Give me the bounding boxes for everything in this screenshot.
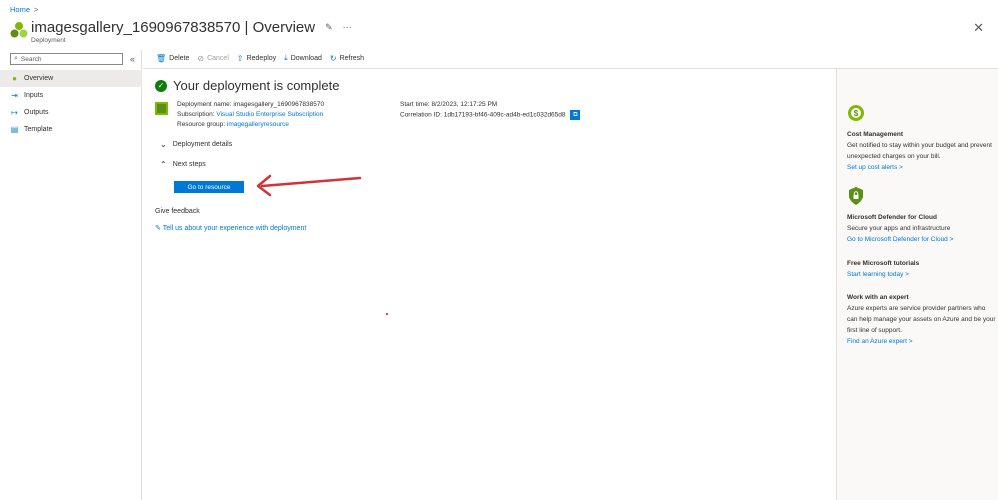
- more-icon[interactable]: ⋯: [343, 22, 352, 33]
- start-time-label: Start time:: [400, 101, 430, 108]
- defender-text: Secure your apps and infrastructure: [847, 225, 951, 232]
- tutorials-card: Free Microsoft tutorials Start learning …: [847, 258, 997, 280]
- breadcrumb: Home >: [10, 5, 38, 14]
- success-check-icon: ✓: [155, 79, 167, 92]
- shield-icon: [847, 186, 865, 206]
- sidebar-item-overview[interactable]: ● Overview: [0, 70, 142, 87]
- cost-management-icon: $: [847, 103, 865, 123]
- copy-icon[interactable]: ⧉: [570, 110, 581, 120]
- page-subtitle: Deployment: [31, 37, 66, 44]
- give-feedback-title: Give feedback: [155, 208, 200, 215]
- sidebar-item-label: Outputs: [24, 109, 49, 116]
- stray-dot: [386, 313, 388, 315]
- right-pane: $ Cost Management Get notified to stay w…: [836, 69, 998, 500]
- inputs-icon: ⇥: [11, 91, 18, 100]
- close-icon[interactable]: ✕: [973, 20, 984, 36]
- defender-title: Microsoft Defender for Cloud: [847, 214, 937, 221]
- defender-link[interactable]: Go to Microsoft Defender for Cloud >: [847, 234, 997, 245]
- tutorials-title: Free Microsoft tutorials: [847, 260, 920, 267]
- status-title: Your deployment is complete: [173, 78, 340, 93]
- cancel-button[interactable]: ⊘ Cancel: [197, 54, 229, 63]
- sidebar-nav: ● Overview ⇥ Inputs ↦ Outputs ▤ Template: [0, 70, 142, 138]
- cost-management-card: $ Cost Management Get notified to stay w…: [847, 103, 997, 173]
- subscription-label: Subscription:: [177, 111, 215, 118]
- svg-text:$: $: [854, 109, 859, 118]
- deployment-name-value: imagesgallery_1690967838570: [233, 101, 325, 108]
- cancel-label: Cancel: [207, 54, 229, 62]
- download-icon: ⤓: [284, 53, 288, 62]
- start-time-value: 8/2/2023, 12:17:25 PM: [431, 101, 498, 108]
- deployment-info-column: Deployment name: imagesgallery_169096783…: [177, 100, 324, 130]
- tutorials-link[interactable]: Start learning today >: [847, 269, 997, 280]
- page-header: imagesgallery_1690967838570 | Overview ✎…: [10, 19, 352, 39]
- sidebar-item-outputs[interactable]: ↦ Outputs: [0, 104, 142, 121]
- redeploy-icon: ⇧: [236, 53, 244, 63]
- search-icon: ⌕: [14, 55, 18, 62]
- breadcrumb-home[interactable]: Home: [10, 5, 30, 14]
- resource-group-link[interactable]: imagegalleryresource: [227, 121, 289, 128]
- refresh-label: Refresh: [339, 54, 365, 62]
- pin-icon[interactable]: ✎: [325, 22, 333, 33]
- defender-card: Microsoft Defender for Cloud Secure your…: [847, 186, 997, 245]
- sidebar: ⌕ Search « ● Overview ⇥ Inputs ↦ Outputs…: [0, 50, 142, 500]
- status-row: ✓ Your deployment is complete: [155, 78, 835, 93]
- template-icon: ▤: [10, 125, 19, 134]
- correlation-label: Correlation ID:: [400, 111, 442, 119]
- chevron-down-icon: ⌄: [160, 140, 167, 149]
- overview-icon: ●: [12, 74, 17, 83]
- redeploy-label: Redeploy: [246, 54, 277, 62]
- expert-text: Azure experts are service provider partn…: [847, 305, 996, 334]
- next-steps-toggle[interactable]: ⌃ Next steps: [160, 160, 206, 169]
- deployment-details-label: Deployment details: [172, 141, 233, 148]
- deployment-resource-icon: [10, 22, 28, 38]
- subscription-link[interactable]: Visual Studio Enterprise Subscription: [216, 111, 323, 118]
- download-label: Download: [290, 54, 322, 62]
- next-steps-label: Next steps: [172, 161, 206, 168]
- deployment-name-label: Deployment name:: [177, 101, 232, 108]
- annotation-arrow: [256, 174, 362, 197]
- search-placeholder: Search: [20, 55, 42, 63]
- search-input[interactable]: ⌕ Search: [10, 53, 123, 65]
- expert-card: Work with an expert Azure experts are se…: [847, 292, 997, 347]
- cost-title: Cost Management: [847, 131, 903, 138]
- sidebar-item-inputs[interactable]: ⇥ Inputs: [0, 87, 142, 104]
- deployment-details-toggle[interactable]: ⌄ Deployment details: [160, 140, 232, 149]
- expert-link[interactable]: Find an Azure expert >: [847, 336, 997, 347]
- expert-title: Work with an expert: [847, 294, 909, 301]
- deployment-time-column: Start time: 8/2/2023, 12:17:25 PM Correl…: [400, 100, 581, 121]
- page-title: imagesgallery_1690967838570 | Overview: [31, 19, 316, 36]
- toolbar: 🗑 Delete ⊘ Cancel ⇧ Redeploy ⤓ Download …: [156, 53, 364, 63]
- chevron-up-icon: ⌃: [160, 160, 167, 169]
- cost-link[interactable]: Set up cost alerts >: [847, 162, 997, 173]
- main-content: ✓ Your deployment is complete Deployment…: [155, 78, 835, 232]
- download-button[interactable]: ⤓ Download: [284, 53, 322, 63]
- sidebar-item-label: Inputs: [24, 92, 44, 99]
- outputs-icon: ↦: [11, 108, 18, 117]
- cost-text: Get notified to stay within your budget …: [847, 142, 992, 160]
- delete-button[interactable]: 🗑 Delete: [156, 54, 189, 63]
- cancel-icon: ⊘: [197, 53, 205, 63]
- go-to-resource-button[interactable]: Go to resource: [174, 181, 244, 193]
- resource-group-label: Resource group:: [177, 121, 226, 128]
- feedback-link[interactable]: ✎ Tell us about your experience with dep…: [155, 224, 306, 232]
- breadcrumb-separator: >: [34, 5, 39, 14]
- trash-icon: 🗑: [156, 53, 167, 63]
- correlation-value: 1db17193-bf46-409c-ad4b-ed1c032d65d8: [443, 111, 566, 119]
- feedback-link-label: Tell us about your experience with deplo…: [162, 225, 307, 232]
- sidebar-item-template[interactable]: ▤ Template: [0, 121, 142, 138]
- delete-label: Delete: [169, 54, 190, 62]
- deployment-icon: [155, 102, 168, 115]
- refresh-button[interactable]: ↻ Refresh: [330, 54, 364, 63]
- sidebar-item-label: Template: [24, 126, 53, 133]
- sidebar-item-label: Overview: [24, 75, 54, 82]
- collapse-sidebar-icon[interactable]: «: [130, 54, 135, 64]
- feedback-icon: ✎: [155, 225, 161, 232]
- redeploy-button[interactable]: ⇧ Redeploy: [237, 54, 276, 63]
- refresh-icon: ↻: [329, 53, 337, 63]
